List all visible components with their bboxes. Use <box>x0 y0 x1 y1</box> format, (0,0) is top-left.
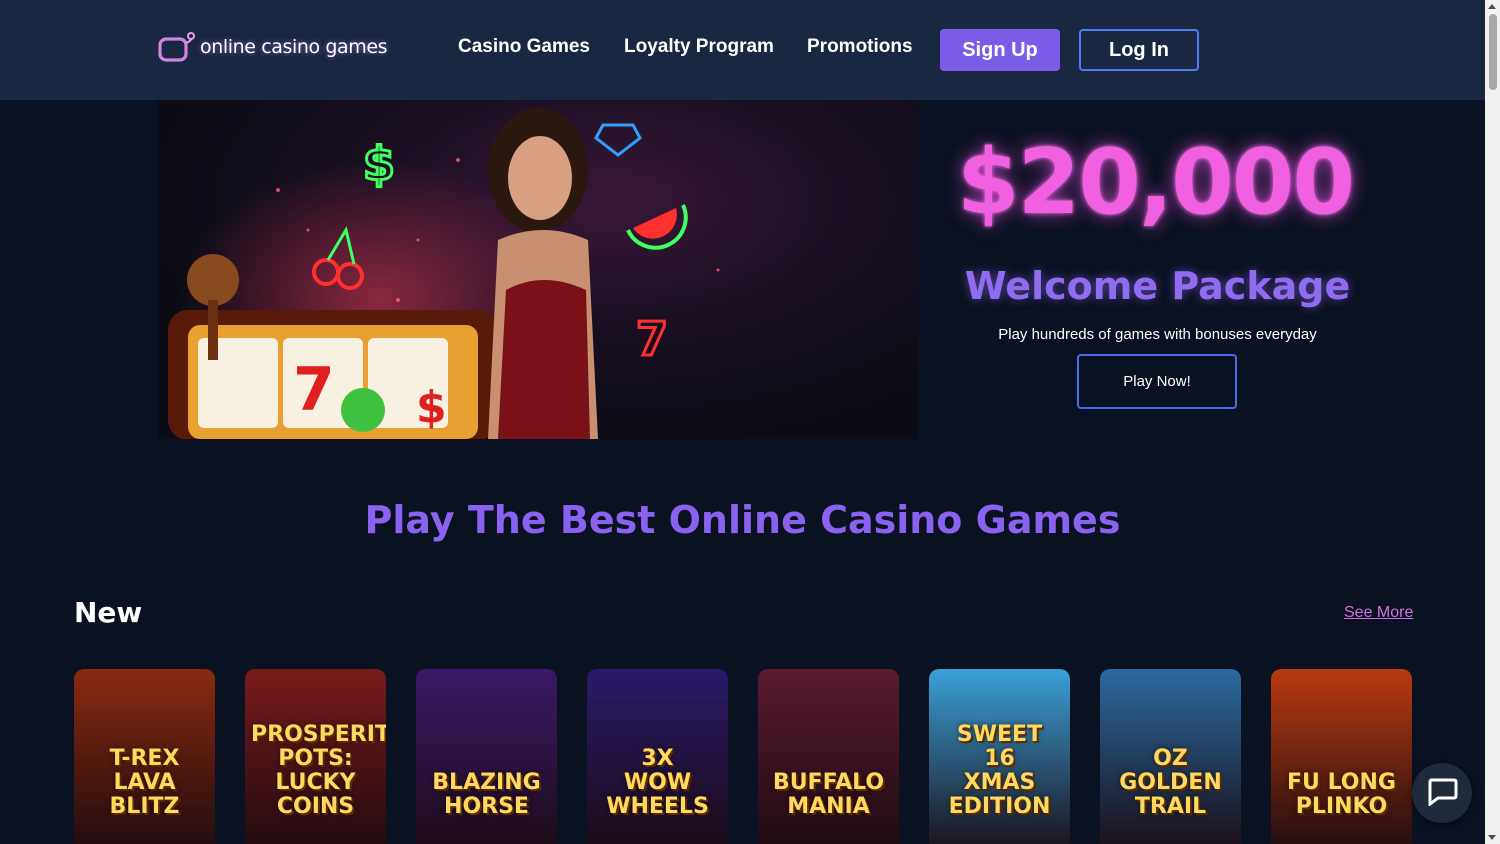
site-logo[interactable]: online casino games <box>158 30 388 64</box>
hero-description: Play hundreds of games with bonuses ever… <box>998 326 1317 343</box>
svg-text:$: $ <box>363 137 395 191</box>
game-card[interactable]: FU LONG PLINKO <box>1271 669 1412 844</box>
logo-icon <box>158 31 196 63</box>
nav-casino-games[interactable]: Casino Games <box>458 36 590 58</box>
game-card[interactable]: T-REX LAVA BLITZ <box>74 669 215 844</box>
nav-loyalty-program[interactable]: Loyalty Program <box>624 36 774 58</box>
page-scrollbar[interactable] <box>1485 0 1500 844</box>
svg-text:7: 7 <box>636 312 668 366</box>
site-header: online casino games Casino Games Loyalty… <box>0 0 1485 100</box>
game-card[interactable]: BLAZING HORSE <box>416 669 557 844</box>
hero-subtitle: Welcome Package <box>964 264 1351 308</box>
game-title: FU LONG PLINKO <box>1287 770 1396 819</box>
login-button[interactable]: Log In <box>1079 29 1199 71</box>
game-card[interactable]: PROSPERITY POTS: LUCKY COINS <box>245 669 386 844</box>
game-title: T-REX LAVA BLITZ <box>109 746 180 819</box>
scroll-down-arrow-icon[interactable] <box>1488 835 1496 840</box>
game-card[interactable]: SWEET 16 XMAS EDITION <box>929 669 1070 844</box>
chat-icon <box>1426 776 1458 811</box>
scroll-up-arrow-icon[interactable] <box>1488 4 1496 9</box>
new-games-row: T-REX LAVA BLITZ PROSPERITY POTS: LUCKY C… <box>74 669 1412 844</box>
svg-text:7: 7 <box>293 355 335 425</box>
game-title: PROSPERITY POTS: LUCKY COINS <box>251 722 386 819</box>
logo-text: online casino games <box>200 36 388 58</box>
game-title: SWEET 16 XMAS EDITION <box>948 722 1051 819</box>
hero-amount: $20,000 <box>957 130 1355 235</box>
svg-text:$: $ <box>416 382 447 433</box>
signup-button[interactable]: Sign Up <box>940 29 1060 71</box>
section-title: Play The Best Online Casino Games <box>364 498 1121 542</box>
game-card[interactable]: OZ GOLDEN TRAIL <box>1100 669 1241 844</box>
game-title: OZ GOLDEN TRAIL <box>1119 746 1222 819</box>
game-title: 3X WOW WHEELS <box>606 746 709 819</box>
play-now-button[interactable]: Play Now! <box>1077 354 1237 409</box>
game-card[interactable]: BUFFALO MANIA <box>758 669 899 844</box>
new-section-heading: New <box>74 596 143 629</box>
game-title: BUFFALO MANIA <box>772 770 885 819</box>
see-more-link[interactable]: See More <box>1344 604 1413 622</box>
scroll-thumb[interactable] <box>1489 14 1497 90</box>
game-title: BLAZING HORSE <box>432 770 541 819</box>
chat-button[interactable] <box>1412 763 1472 823</box>
nav-promotions[interactable]: Promotions <box>807 36 913 58</box>
game-card[interactable]: 3X WOW WHEELS <box>587 669 728 844</box>
hero-banner-image: 7 $ $ 7 <box>158 100 918 439</box>
